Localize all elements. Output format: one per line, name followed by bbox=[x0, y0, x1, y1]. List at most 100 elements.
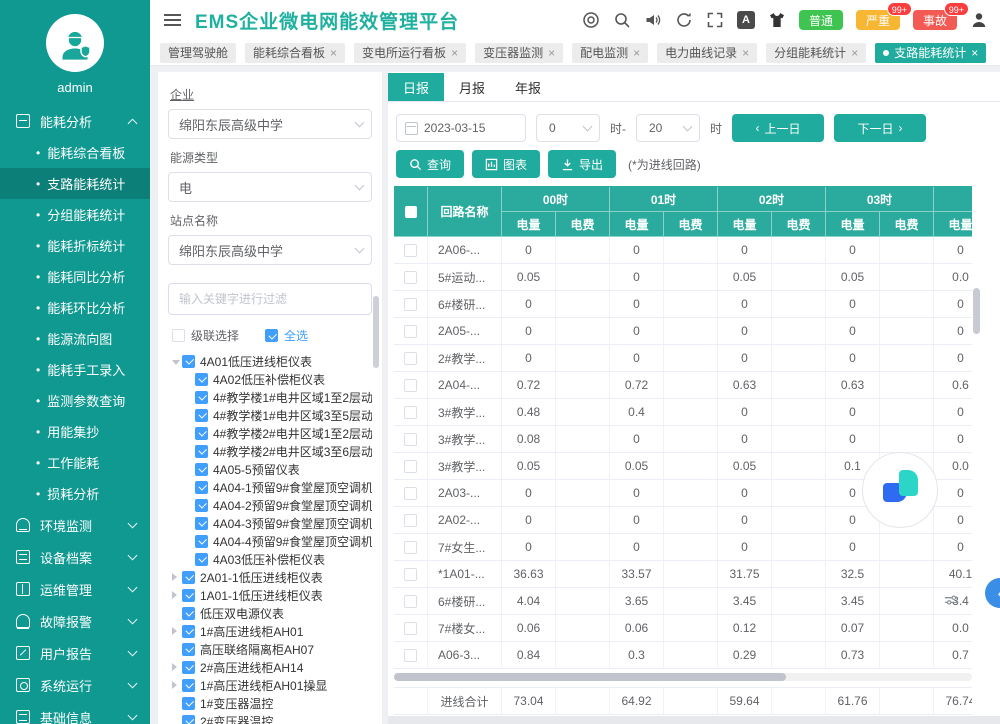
sidebar-group-item[interactable]: 故障报警 bbox=[0, 605, 150, 637]
close-icon[interactable]: × bbox=[633, 46, 640, 60]
target-icon[interactable] bbox=[582, 11, 600, 29]
checkbox-checked-icon[interactable] bbox=[195, 445, 208, 458]
checkbox-checked-icon[interactable] bbox=[182, 607, 195, 620]
checkbox-checked-icon[interactable] bbox=[182, 679, 195, 692]
expander-icon[interactable] bbox=[172, 663, 182, 671]
sidebar-submenu-item[interactable]: • 分组能耗统计 bbox=[0, 199, 150, 230]
checkbox-checked-icon[interactable] bbox=[195, 373, 208, 386]
theme-shirt-icon[interactable] bbox=[768, 11, 786, 29]
sidebar-submenu-item[interactable]: • 能耗手工录入 bbox=[0, 354, 150, 385]
workspace-tab[interactable]: 分组能耗统计 × bbox=[766, 43, 866, 63]
tree-node[interactable]: 4#教学楼2#电井区域1至2层动力仪表 bbox=[168, 424, 372, 442]
sidebar-submenu-item[interactable]: • 能耗综合看板 bbox=[0, 137, 150, 168]
sidebar-group-item[interactable]: 基础信息 bbox=[0, 701, 150, 724]
select-all-cell[interactable] bbox=[394, 187, 428, 237]
row-select-cell[interactable] bbox=[394, 264, 428, 291]
checkbox-checked-icon[interactable] bbox=[182, 697, 195, 710]
sidebar-submenu-item[interactable]: • 能耗环比分析 bbox=[0, 292, 150, 323]
tree-node[interactable]: 1#高压进线柜AH01操显 bbox=[168, 676, 372, 694]
chart-button[interactable]: 图表 bbox=[472, 150, 540, 178]
row-select-cell[interactable] bbox=[394, 399, 428, 426]
expander-icon[interactable] bbox=[172, 591, 182, 599]
tree-node[interactable]: 4A01低压进线柜仪表 bbox=[168, 352, 372, 370]
close-icon[interactable]: × bbox=[330, 46, 337, 60]
workspace-tab[interactable]: 变压器监测 × bbox=[475, 43, 563, 63]
expander-icon[interactable] bbox=[172, 681, 182, 689]
company-select[interactable]: 绵阳东辰高级中学 bbox=[168, 109, 372, 139]
tree-node[interactable]: 4A03低压补偿柜仪表 bbox=[168, 550, 372, 568]
workspace-tab[interactable]: 能耗综合看板 × bbox=[245, 43, 345, 63]
checkbox-checked-icon[interactable] bbox=[182, 625, 195, 638]
query-button[interactable]: 查询 bbox=[396, 150, 464, 178]
report-tab[interactable]: 月报 bbox=[444, 73, 500, 101]
tree-node[interactable]: 4#教学楼1#电井区域1至2层动力仪表 bbox=[168, 388, 372, 406]
tree-node[interactable]: 4A02低压补偿柜仪表 bbox=[168, 370, 372, 388]
expander-icon[interactable] bbox=[172, 573, 182, 581]
search-icon[interactable] bbox=[613, 11, 631, 29]
sidebar-group-item[interactable]: 设备档案 bbox=[0, 541, 150, 573]
tree-node[interactable]: 4A04-4预留9#食堂屋顶空调机组仪表 bbox=[168, 532, 372, 550]
row-select-cell[interactable] bbox=[394, 345, 428, 372]
tree-node[interactable]: 2#变压器温控 bbox=[168, 712, 372, 724]
energy-type-select[interactable]: 电 bbox=[168, 172, 372, 202]
checkbox-checked-icon[interactable] bbox=[182, 355, 195, 368]
sidebar-group-energy-analysis[interactable]: 能耗分析 bbox=[0, 105, 150, 137]
checkbox-checked-icon[interactable] bbox=[195, 391, 208, 404]
row-select-cell[interactable] bbox=[394, 453, 428, 480]
tree-node[interactable]: 1A01-1低压进线柜仪表 bbox=[168, 586, 372, 604]
report-tab[interactable]: 日报 bbox=[388, 73, 444, 101]
row-select-cell[interactable] bbox=[394, 561, 428, 588]
checkbox-checked-icon[interactable] bbox=[182, 589, 195, 602]
close-icon[interactable]: × bbox=[451, 46, 458, 60]
date-picker[interactable]: 2023-03-15 bbox=[396, 114, 526, 142]
sidebar-submenu-item[interactable]: • 能耗折标统计 bbox=[0, 230, 150, 261]
close-icon[interactable]: × bbox=[548, 46, 555, 60]
select-all-checkbox[interactable]: 全选 bbox=[265, 327, 308, 344]
workspace-tab[interactable]: 支路能耗统计 × bbox=[875, 43, 986, 63]
collapse-panel-button[interactable]: ‹ bbox=[985, 578, 1000, 608]
workspace-tab[interactable]: 配电监测 × bbox=[572, 43, 648, 63]
checkbox-checked-icon[interactable] bbox=[195, 535, 208, 548]
avatar[interactable] bbox=[46, 14, 104, 72]
row-select-cell[interactable] bbox=[394, 318, 428, 345]
row-select-cell[interactable] bbox=[394, 642, 428, 669]
refresh-icon[interactable] bbox=[675, 11, 693, 29]
status-badge-severe[interactable]: 严重99+ bbox=[856, 10, 900, 30]
hour-from-select[interactable]: 0 bbox=[536, 114, 600, 142]
scrollbar-thumb[interactable] bbox=[394, 673, 786, 681]
volume-icon[interactable] bbox=[644, 11, 662, 29]
tree-node[interactable]: 4#教学楼1#电井区域3至5层动力仪表 bbox=[168, 406, 372, 424]
bottom-scrollbar-track[interactable] bbox=[388, 716, 1000, 724]
row-select-cell[interactable] bbox=[394, 534, 428, 561]
tree-node[interactable]: 2A01-1低压进线柜仪表 bbox=[168, 568, 372, 586]
site-select[interactable]: 绵阳东辰高级中学 bbox=[168, 235, 372, 265]
status-badge-fault[interactable]: 事故99+ bbox=[913, 10, 957, 30]
checkbox-checked-icon[interactable] bbox=[195, 409, 208, 422]
sidebar-submenu-item[interactable]: • 能源流向图 bbox=[0, 323, 150, 354]
menu-toggle-icon[interactable] bbox=[164, 14, 181, 26]
checkbox-checked-icon[interactable] bbox=[195, 499, 208, 512]
close-icon[interactable]: × bbox=[971, 46, 978, 60]
expander-icon[interactable] bbox=[172, 627, 182, 635]
tree-node[interactable]: 高压联络隔离柜AH07 bbox=[168, 640, 372, 658]
row-select-cell[interactable] bbox=[394, 237, 428, 264]
row-select-cell[interactable] bbox=[394, 480, 428, 507]
tree-scrollbar[interactable] bbox=[373, 296, 379, 368]
status-badge-normal[interactable]: 普通 bbox=[799, 10, 843, 30]
row-select-cell[interactable] bbox=[394, 426, 428, 453]
tree-node[interactable]: 4A04-2预留9#食堂屋顶空调机组仪表 bbox=[168, 496, 372, 514]
checkbox-checked-icon[interactable] bbox=[195, 553, 208, 566]
user-icon[interactable] bbox=[970, 11, 988, 29]
workspace-tab[interactable]: 管理驾驶舱 × bbox=[160, 43, 236, 63]
row-select-cell[interactable] bbox=[394, 291, 428, 318]
row-select-cell[interactable] bbox=[394, 507, 428, 534]
checkbox-checked-icon[interactable] bbox=[182, 715, 195, 724]
prev-day-button[interactable]: ‹ 上一日 bbox=[732, 114, 824, 142]
sidebar-submenu-item[interactable]: • 能耗同比分析 bbox=[0, 261, 150, 292]
sidebar-group-item[interactable]: 用户报告 bbox=[0, 637, 150, 669]
checkbox-checked-icon[interactable] bbox=[182, 571, 195, 584]
hour-to-select[interactable]: 20 bbox=[636, 114, 700, 142]
tree-node[interactable]: 1#高压进线柜AH01 bbox=[168, 622, 372, 640]
row-select-cell[interactable] bbox=[394, 588, 428, 615]
sidebar-group-item[interactable]: 环境监测 bbox=[0, 509, 150, 541]
